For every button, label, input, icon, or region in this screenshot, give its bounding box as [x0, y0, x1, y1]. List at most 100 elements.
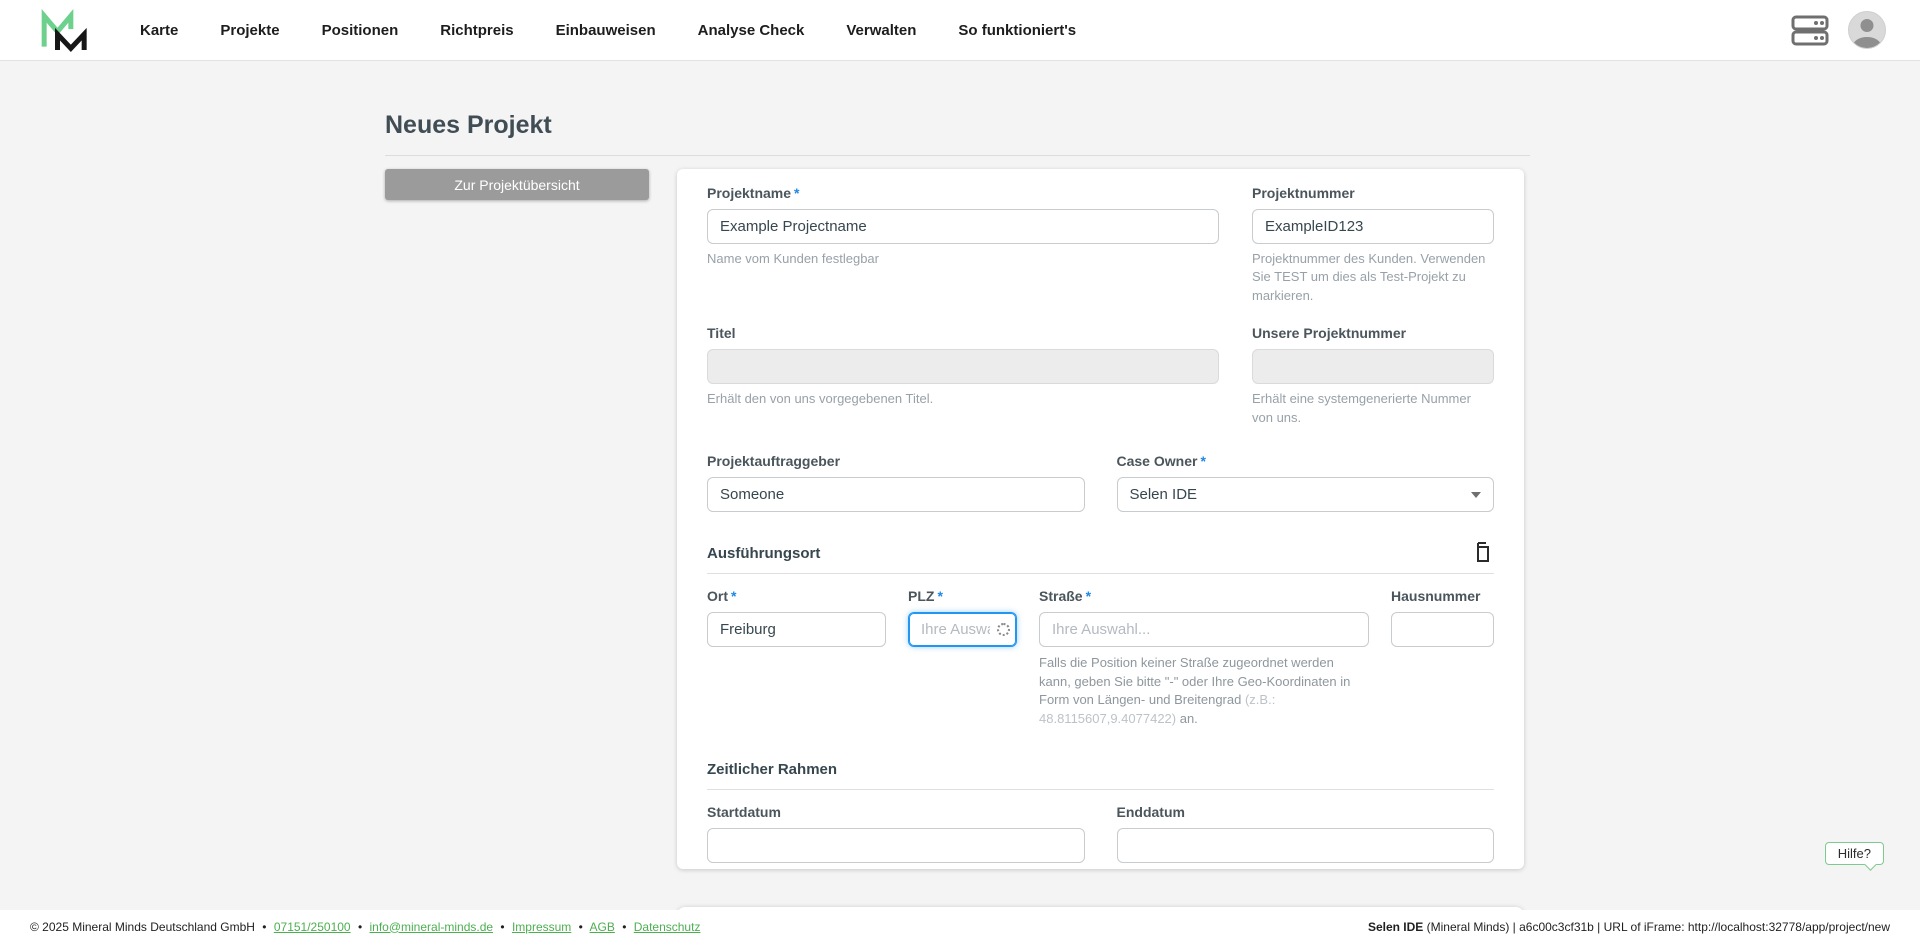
loading-spinner-icon	[997, 623, 1010, 636]
case-owner-select[interactable]: Selen IDE	[1117, 477, 1495, 512]
required-asterisk: *	[731, 588, 736, 604]
strasse-label-text: Straße	[1039, 588, 1083, 604]
footer-email-link[interactable]: info@mineral-minds.de	[369, 920, 493, 934]
field-titel: Titel Erhält den von uns vorgegebenen Ti…	[707, 325, 1219, 427]
case-owner-selected-value: Selen IDE	[1130, 486, 1198, 503]
titel-input	[707, 349, 1219, 384]
mineral-minds-logo[interactable]	[40, 8, 90, 52]
ort-input[interactable]	[707, 612, 886, 647]
field-unsere-projektnummer: Unsere Projektnummer Erhält eine systemg…	[1252, 325, 1494, 427]
unsere-projektnummer-input	[1252, 349, 1494, 384]
zeitlicher-rahmen-divider	[707, 789, 1494, 790]
footer-impressum-link[interactable]: Impressum	[512, 920, 571, 934]
section-ausfuehrungsort: Ausführungsort Ort*	[707, 542, 1494, 728]
field-projektname: Projektname* Name vom Kunden festlegbar	[707, 185, 1219, 305]
copy-icon	[1472, 542, 1492, 564]
footer-agb-link[interactable]: AGB	[590, 920, 615, 934]
ort-label-text: Ort	[707, 588, 728, 604]
nav-item-richtpreis[interactable]: Richtpreis	[440, 22, 513, 39]
enddatum-label: Enddatum	[1117, 804, 1495, 821]
field-plz: PLZ*	[908, 588, 1017, 647]
required-asterisk: *	[1200, 453, 1205, 469]
title-divider	[385, 155, 1530, 156]
separator-dot: •	[358, 920, 362, 934]
nav-item-einbauweisen[interactable]: Einbauweisen	[556, 22, 656, 39]
required-asterisk: *	[1086, 588, 1091, 604]
separator-dot: •	[622, 920, 626, 934]
row-projektname-projektnummer: Projektname* Name vom Kunden festlegbar …	[707, 185, 1494, 305]
nav-item-verwalten[interactable]: Verwalten	[846, 22, 916, 39]
footer-bar: © 2025 Mineral Minds Deutschland GmbH • …	[0, 910, 1920, 943]
page-title: Neues Projekt	[385, 111, 552, 140]
projektname-label-text: Projektname	[707, 185, 791, 201]
field-hausnummer: Hausnummer	[1391, 588, 1494, 647]
strasse-helper: Falls die Position keiner Straße zugeord…	[1039, 654, 1369, 728]
hausnummer-input[interactable]	[1391, 612, 1494, 647]
separator-dot: •	[262, 920, 266, 934]
field-case-owner: Case Owner* Selen IDE	[1117, 453, 1495, 512]
copy-location-button[interactable]	[1470, 540, 1494, 566]
ausfuehrungsort-title: Ausführungsort	[707, 545, 820, 562]
projektauftraggeber-input[interactable]	[707, 477, 1085, 512]
projektname-label: Projektname*	[707, 185, 1219, 202]
required-asterisk: *	[937, 588, 942, 604]
projektauftraggeber-label: Projektauftraggeber	[707, 453, 1085, 470]
server-icon[interactable]	[1790, 13, 1830, 47]
projektnummer-label: Projektnummer	[1252, 185, 1494, 202]
projektnummer-input[interactable]	[1252, 209, 1494, 244]
chevron-down-icon	[1471, 492, 1481, 498]
field-ort: Ort*	[707, 588, 886, 647]
enddatum-input[interactable]	[1117, 828, 1495, 863]
nav-item-analyse-check[interactable]: Analyse Check	[698, 22, 805, 39]
nav-item-positionen[interactable]: Positionen	[322, 22, 399, 39]
main-nav: Karte Projekte Positionen Richtpreis Ein…	[140, 22, 1076, 39]
titel-helper: Erhält den von uns vorgegebenen Titel.	[707, 390, 1219, 408]
plz-label: PLZ*	[908, 588, 1017, 605]
strasse-helper-suffix: an.	[1176, 711, 1198, 726]
plz-label-text: PLZ	[908, 588, 934, 604]
ort-label: Ort*	[707, 588, 886, 605]
row-adresse: Ort* PLZ* Straße*	[707, 588, 1494, 647]
unsere-projektnummer-helper: Erhält eine systemgenerierte Nummer von …	[1252, 390, 1494, 427]
back-to-project-overview-button[interactable]: Zur Projektübersicht	[385, 169, 649, 200]
projektnummer-helper: Projektnummer des Kunden. Verwenden Sie …	[1252, 250, 1494, 305]
separator-dot: •	[579, 920, 583, 934]
projektname-input[interactable]	[707, 209, 1219, 244]
user-avatar-icon[interactable]	[1848, 11, 1886, 49]
strasse-input[interactable]	[1039, 612, 1369, 647]
field-strasse: Straße*	[1039, 588, 1369, 647]
session-user: Selen IDE	[1368, 920, 1423, 934]
section-zeitlicher-rahmen: Zeitlicher Rahmen Startdatum Enddatum	[707, 758, 1494, 863]
new-project-form-card: Projektname* Name vom Kunden festlegbar …	[677, 169, 1524, 869]
footer-session-info: Selen IDE (Mineral Minds) | a6c00c3cf31b…	[1368, 920, 1890, 934]
nav-item-karte[interactable]: Karte	[140, 22, 178, 39]
nav-item-so-funktionierts[interactable]: So funktioniert's	[958, 22, 1076, 39]
separator-dot: •	[500, 920, 504, 934]
field-projektnummer: Projektnummer Projektnummer des Kunden. …	[1252, 185, 1494, 305]
copyright-text: © 2025 Mineral Minds Deutschland GmbH	[30, 920, 255, 934]
footer-phone-link[interactable]: 07151/250100	[274, 920, 351, 934]
startdatum-label: Startdatum	[707, 804, 1085, 821]
startdatum-input[interactable]	[707, 828, 1085, 863]
row-datum: Startdatum Enddatum	[707, 804, 1494, 863]
zeitlicher-rahmen-title: Zeitlicher Rahmen	[707, 761, 837, 778]
help-button[interactable]: Hilfe?	[1825, 842, 1884, 865]
row-auftraggeber-caseowner: Projektauftraggeber Case Owner* Selen ID…	[707, 453, 1494, 512]
field-startdatum: Startdatum	[707, 804, 1085, 863]
strasse-label: Straße*	[1039, 588, 1369, 605]
field-projektauftraggeber: Projektauftraggeber	[707, 453, 1085, 512]
field-enddatum: Enddatum	[1117, 804, 1495, 863]
footer-datenschutz-link[interactable]: Datenschutz	[634, 920, 701, 934]
ausfuehrungsort-header: Ausführungsort	[707, 542, 1494, 564]
titel-label: Titel	[707, 325, 1219, 342]
case-owner-label-text: Case Owner	[1117, 453, 1198, 469]
zeitlicher-rahmen-header: Zeitlicher Rahmen	[707, 758, 1494, 780]
nav-item-projekte[interactable]: Projekte	[220, 22, 279, 39]
main-content: Neues Projekt Zur Projektübersicht Proje…	[0, 61, 1920, 943]
session-details: (Mineral Minds) | a6c00c3cf31b | URL of …	[1423, 920, 1890, 934]
top-nav-bar: Karte Projekte Positionen Richtpreis Ein…	[0, 0, 1920, 61]
footer-left: © 2025 Mineral Minds Deutschland GmbH • …	[30, 920, 700, 934]
required-asterisk: *	[794, 185, 799, 201]
projektname-helper: Name vom Kunden festlegbar	[707, 250, 1219, 268]
avatar-head	[1861, 19, 1874, 32]
